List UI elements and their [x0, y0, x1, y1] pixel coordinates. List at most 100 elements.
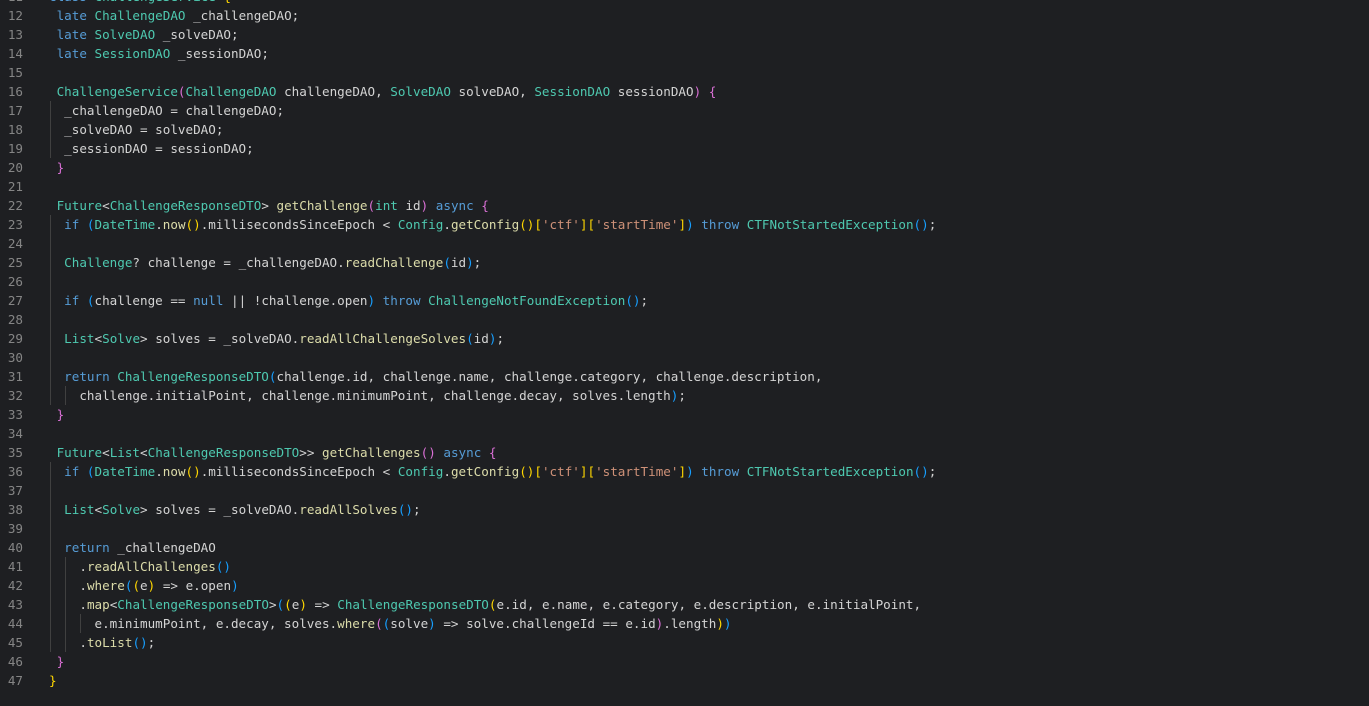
code-line[interactable]: 47} [0, 671, 1369, 690]
line-number: 35 [7, 445, 23, 460]
code-token: . [79, 635, 87, 650]
code-token: if [64, 217, 87, 232]
code-editor[interactable]: 11class ChallengeService {12 late Challe… [0, 0, 1369, 706]
code-token: _challengeDAO [117, 540, 216, 555]
code-token: ( [86, 293, 95, 308]
code-line[interactable]: 36 if (DateTime.now().millisecondsSinceE… [0, 462, 1369, 481]
code-line[interactable]: 34 [0, 424, 1369, 443]
code-token: () [913, 464, 929, 479]
code-token: > solves = _solveDAO. [140, 502, 300, 517]
code-token: { [481, 198, 489, 213]
code-token: () [185, 217, 201, 232]
code-line[interactable]: 24 [0, 234, 1369, 253]
code-token: ChallengeResponseDTO [109, 198, 262, 213]
code-token: ChallengeNotFoundException [428, 293, 626, 308]
code-token: ( [276, 597, 285, 612]
code-line[interactable]: 39 [0, 519, 1369, 538]
code-line[interactable]: 35 Future<List<ChallengeResponseDTO>> ge… [0, 443, 1369, 462]
code-line[interactable]: 27 if (challenge == null || !challenge.o… [0, 291, 1369, 310]
code-line[interactable]: 42 .where((e) => e.open) [0, 576, 1369, 595]
code-token: id [450, 255, 467, 270]
code-line[interactable]: 17 _challengeDAO = challengeDAO; [0, 101, 1369, 120]
code-line[interactable]: 43 .map<ChallengeResponseDTO>((e) => Cha… [0, 595, 1369, 614]
code-line[interactable]: 20 } [0, 158, 1369, 177]
code-text: late SessionDAO _sessionDAO; [49, 44, 269, 63]
code-line[interactable]: 40 return _challengeDAO [0, 538, 1369, 557]
code-line[interactable]: 30 [0, 348, 1369, 367]
code-text: .readAllChallenges() [49, 557, 231, 576]
code-token: Solve [102, 502, 141, 517]
code-token: CTFNotStartedException [746, 464, 914, 479]
code-line[interactable]: 33 } [0, 405, 1369, 424]
code-line[interactable]: 44 e.minimumPoint, e.decay, solves.where… [0, 614, 1369, 633]
code-token: Future [56, 198, 103, 213]
line-number: 46 [7, 654, 23, 669]
code-token: [ [534, 217, 542, 232]
code-token: solveDAO, [450, 84, 535, 99]
code-token: () [625, 293, 641, 308]
code-line[interactable]: 13 late SolveDAO _solveDAO; [0, 25, 1369, 44]
code-line[interactable]: 28 [0, 310, 1369, 329]
code-token: . [79, 578, 87, 593]
code-text: Future<ChallengeResponseDTO> getChalleng… [49, 196, 489, 215]
code-line[interactable]: 25 Challenge? challenge = _challengeDAO.… [0, 253, 1369, 272]
code-token: getChallenges [322, 445, 421, 460]
code-token: class [49, 0, 95, 4]
code-token: . [79, 559, 87, 574]
line-number: 18 [7, 122, 23, 137]
code-token: solve [390, 616, 429, 631]
code-token: late [56, 46, 95, 61]
code-token: { [708, 84, 717, 99]
code-token: 'startTime' [595, 217, 679, 232]
code-token: sessionDAO [610, 84, 694, 99]
code-token: ? challenge = _challengeDAO. [132, 255, 345, 270]
code-token: ( [177, 84, 186, 99]
code-line[interactable]: 32 challenge.initialPoint, challenge.min… [0, 386, 1369, 405]
code-token: ChallengeService [56, 84, 178, 99]
line-number: 30 [7, 350, 23, 365]
code-line[interactable]: 31 return ChallengeResponseDTO(challenge… [0, 367, 1369, 386]
code-text: _challengeDAO = challengeDAO; [49, 101, 284, 120]
code-token: () [132, 635, 148, 650]
code-token: getConfig [450, 217, 520, 232]
code-token: { [488, 445, 497, 460]
code-line[interactable]: 45 .toList(); [0, 633, 1369, 652]
line-number: 19 [7, 141, 23, 156]
code-line[interactable]: 19 _sessionDAO = sessionDAO; [0, 139, 1369, 158]
code-line[interactable]: 12 late ChallengeDAO _challengeDAO; [0, 6, 1369, 25]
code-token: >> [299, 445, 323, 460]
code-line[interactable]: 22 Future<ChallengeResponseDTO> getChall… [0, 196, 1369, 215]
code-line[interactable]: 29 List<Solve> solves = _solveDAO.readAl… [0, 329, 1369, 348]
code-line[interactable]: 21 [0, 177, 1369, 196]
code-text: late ChallengeDAO _challengeDAO; [49, 6, 300, 25]
code-token: . [155, 464, 163, 479]
code-line[interactable]: 16 ChallengeService(ChallengeDAO challen… [0, 82, 1369, 101]
code-line[interactable]: 18 _solveDAO = solveDAO; [0, 120, 1369, 139]
code-token: ; [496, 331, 505, 346]
code-line[interactable]: 14 late SessionDAO _sessionDAO; [0, 44, 1369, 63]
line-number: 14 [7, 46, 23, 61]
code-line[interactable]: 37 [0, 481, 1369, 500]
code-token: ( [132, 578, 141, 593]
code-token: ) [299, 597, 307, 612]
code-line[interactable]: 15 [0, 63, 1369, 82]
code-line[interactable]: 26 [0, 272, 1369, 291]
code-lines: 11class ChallengeService {12 late Challe… [0, 0, 1369, 706]
code-token: _challengeDAO = challengeDAO; [64, 103, 285, 118]
code-line[interactable]: 23 if (DateTime.now().millisecondsSinceE… [0, 215, 1369, 234]
code-line[interactable] [0, 690, 1369, 706]
code-token: . [79, 597, 87, 612]
line-number: 24 [7, 236, 23, 251]
code-token: id [397, 198, 421, 213]
code-line[interactable]: 38 List<Solve> solves = _solveDAO.readAl… [0, 500, 1369, 519]
line-number: 28 [7, 312, 23, 327]
code-line[interactable]: 41 .readAllChallenges() [0, 557, 1369, 576]
code-token: ( [284, 597, 292, 612]
code-token: _challengeDAO; [185, 8, 300, 23]
line-number: 37 [7, 483, 23, 498]
code-token: Challenge [64, 255, 133, 270]
code-token: map [86, 597, 110, 612]
code-line[interactable]: 46 } [0, 652, 1369, 671]
